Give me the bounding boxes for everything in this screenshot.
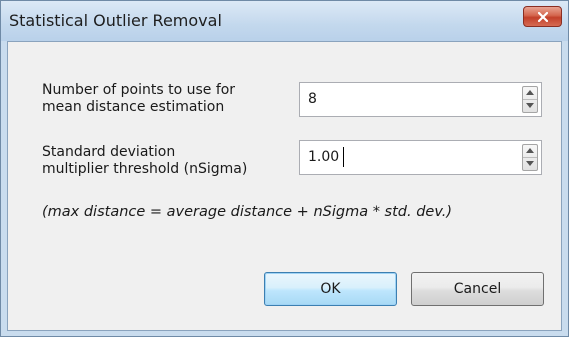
window-title: Statistical Outlier Removal — [9, 11, 222, 30]
nsigma-label-line1: Standard deviation — [42, 144, 176, 160]
cancel-button[interactable]: Cancel — [411, 272, 544, 306]
nsigma-spin-arrows[interactable] — [522, 144, 538, 171]
title-bar[interactable]: Statistical Outlier Removal — [1, 1, 568, 41]
points-label-line1: Number of points to use for — [42, 82, 236, 98]
points-spin-down-button[interactable] — [523, 100, 537, 112]
dialog-body: Number of points to use for mean distanc… — [7, 41, 562, 331]
spin-down-arrow-icon — [526, 161, 534, 166]
spin-down-arrow-icon — [526, 103, 534, 108]
close-icon — [538, 12, 548, 22]
nsigma-spinbox[interactable]: 1.00 — [299, 140, 542, 175]
nsigma-value[interactable]: 1.00 — [308, 149, 339, 165]
nsigma-spin-up-button[interactable] — [523, 145, 537, 158]
text-caret — [343, 147, 344, 167]
points-label: Number of points to use for mean distanc… — [42, 82, 235, 116]
points-spin-arrows[interactable] — [522, 86, 538, 113]
spin-up-arrow-icon — [526, 90, 534, 95]
points-spinbox[interactable]: 8 — [299, 82, 542, 117]
nsigma-label: Standard deviation multiplier threshold … — [42, 144, 247, 178]
dialog-window: Statistical Outlier Removal Number of po… — [0, 0, 569, 337]
spin-up-arrow-icon — [526, 148, 534, 153]
formula-note: (max distance = average distance + nSigm… — [42, 204, 453, 220]
points-value[interactable]: 8 — [308, 91, 317, 107]
points-spin-up-button[interactable] — [523, 87, 537, 100]
nsigma-spin-down-button[interactable] — [523, 158, 537, 170]
close-button[interactable] — [523, 6, 562, 27]
points-label-line2: mean distance estimation — [42, 99, 225, 115]
nsigma-label-line2: multiplier threshold (nSigma) — [42, 161, 248, 177]
ok-button[interactable]: OK — [264, 272, 397, 306]
